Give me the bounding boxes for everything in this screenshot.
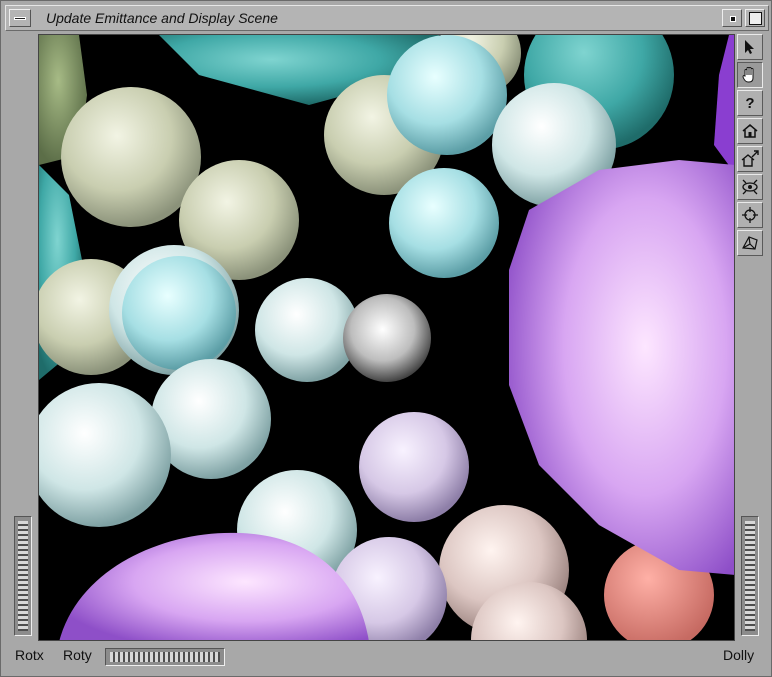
3d-scene-viewport[interactable] xyxy=(38,34,735,641)
roty-thumbwheel[interactable] xyxy=(105,648,225,666)
view-tool-button[interactable] xyxy=(737,62,763,88)
select-arrow-icon xyxy=(745,40,754,54)
scene-render xyxy=(39,35,734,640)
maximize-button[interactable] xyxy=(745,9,765,27)
perspective-icon xyxy=(742,236,758,250)
camera-type-button[interactable] xyxy=(737,230,763,256)
menu-bar-icon xyxy=(14,17,26,20)
select-tool-button[interactable] xyxy=(737,34,763,60)
seek-button[interactable] xyxy=(737,202,763,228)
roty-label: Roty xyxy=(63,647,92,663)
view-all-icon xyxy=(742,179,758,195)
view-all-button[interactable] xyxy=(737,174,763,200)
viewer-window: Update Emittance and Display Scene ? Rot… xyxy=(0,0,772,677)
title-bar[interactable]: Update Emittance and Display Scene xyxy=(5,5,769,31)
rotx-label: Rotx xyxy=(15,647,44,663)
set-home-button[interactable] xyxy=(737,146,763,172)
window-menu-button[interactable] xyxy=(9,9,31,27)
hand-icon xyxy=(742,67,754,83)
set-home-icon xyxy=(741,150,759,167)
rotx-thumbwheel[interactable] xyxy=(14,516,32,636)
minimize-icon xyxy=(730,16,736,22)
help-icon: ? xyxy=(745,94,755,112)
viewer-toolbar: ? xyxy=(737,34,765,258)
window-title: Update Emittance and Display Scene xyxy=(46,10,278,26)
home-button[interactable] xyxy=(737,118,763,144)
home-icon xyxy=(742,124,758,138)
dolly-thumbwheel[interactable] xyxy=(741,516,759,636)
dolly-label: Dolly xyxy=(723,647,755,663)
minimize-button[interactable] xyxy=(722,9,742,27)
maximize-icon xyxy=(749,12,762,25)
help-button[interactable]: ? xyxy=(737,90,763,116)
seek-icon xyxy=(742,207,758,223)
